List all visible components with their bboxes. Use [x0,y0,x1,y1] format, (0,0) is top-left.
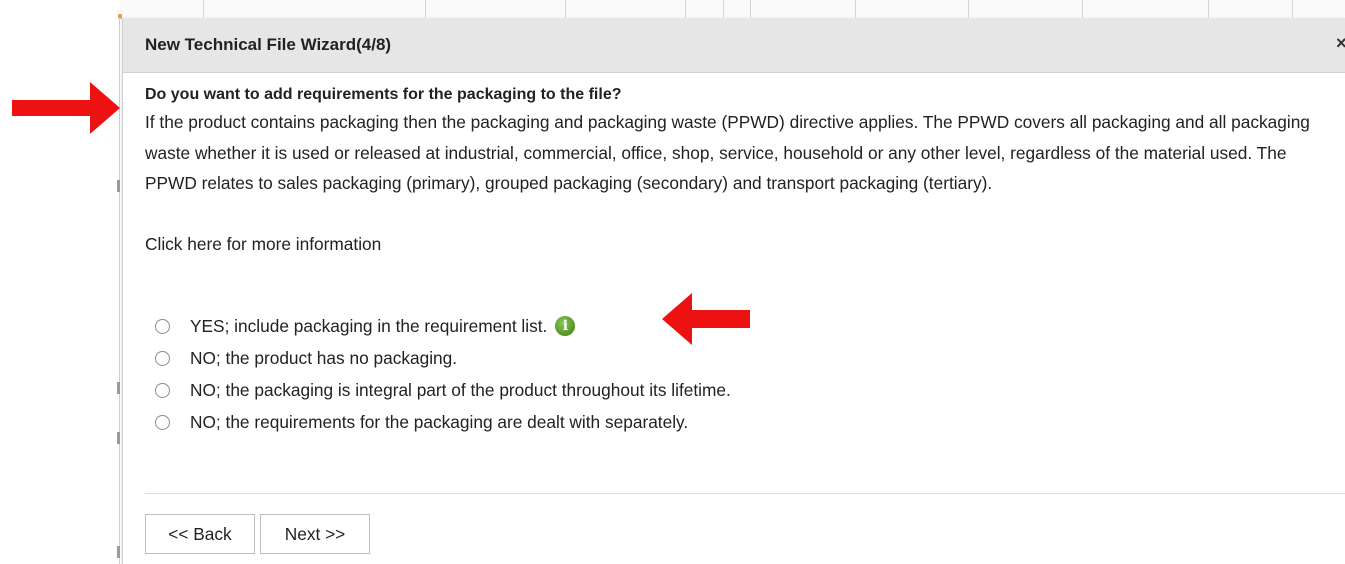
wizard-dialog: New Technical File Wizard(4/8) × Do you … [122,18,1345,564]
background-column-divider [1082,0,1083,18]
info-icon[interactable]: i [555,316,576,336]
close-icon[interactable]: × [1336,33,1345,54]
option-no-packaging[interactable]: NO; the product has no packaging. [155,342,731,374]
radio-button[interactable] [155,382,170,398]
option-label: NO; the packaging is integral part of th… [190,379,731,400]
option-label: NO; the product has no packaging. [190,347,458,368]
background-column-divider [203,0,204,18]
background-marker [117,546,120,558]
background-marker [117,432,120,444]
background-column-divider [855,0,856,18]
background-column-divider [685,0,686,18]
dialog-header: New Technical File Wizard(4/8) × [123,18,1345,73]
radio-button[interactable] [155,414,170,430]
radio-button[interactable] [155,318,170,334]
more-info-link[interactable]: Click here for more information [145,234,381,255]
page: New Technical File Wizard(4/8) × Do you … [0,0,1345,564]
question-pointer-arrow [12,82,120,134]
footer-divider [145,493,1345,494]
option-integral-packaging[interactable]: NO; the packaging is integral part of th… [155,374,731,406]
background-table-header [120,0,1345,19]
background-column-divider [723,0,724,18]
option-label: NO; the requirements for the packaging a… [190,411,689,432]
wizard-question: Do you want to add requirements for the … [145,86,622,103]
background-column-divider [968,0,969,18]
yes-option-pointer-arrow [662,293,750,345]
background-column-divider [565,0,566,18]
option-yes-include-packaging[interactable]: YES; include packaging in the requiremen… [155,310,731,342]
background-column-divider [1208,0,1209,18]
wizard-description: If the product contains packaging then t… [145,112,1310,193]
background-marker [117,180,120,192]
next-button[interactable]: Next >> [260,514,370,554]
background-column-divider [425,0,426,18]
option-label: YES; include packaging in the requiremen… [190,315,548,336]
back-button[interactable]: << Back [145,514,255,554]
background-column-divider [750,0,751,18]
packaging-options: YES; include packaging in the requiremen… [155,310,731,438]
background-marker [117,382,120,394]
option-dealt-separately[interactable]: NO; the requirements for the packaging a… [155,406,731,438]
dialog-title: New Technical File Wizard(4/8) [145,35,392,54]
radio-button[interactable] [155,350,170,366]
background-column-divider [1292,0,1293,18]
